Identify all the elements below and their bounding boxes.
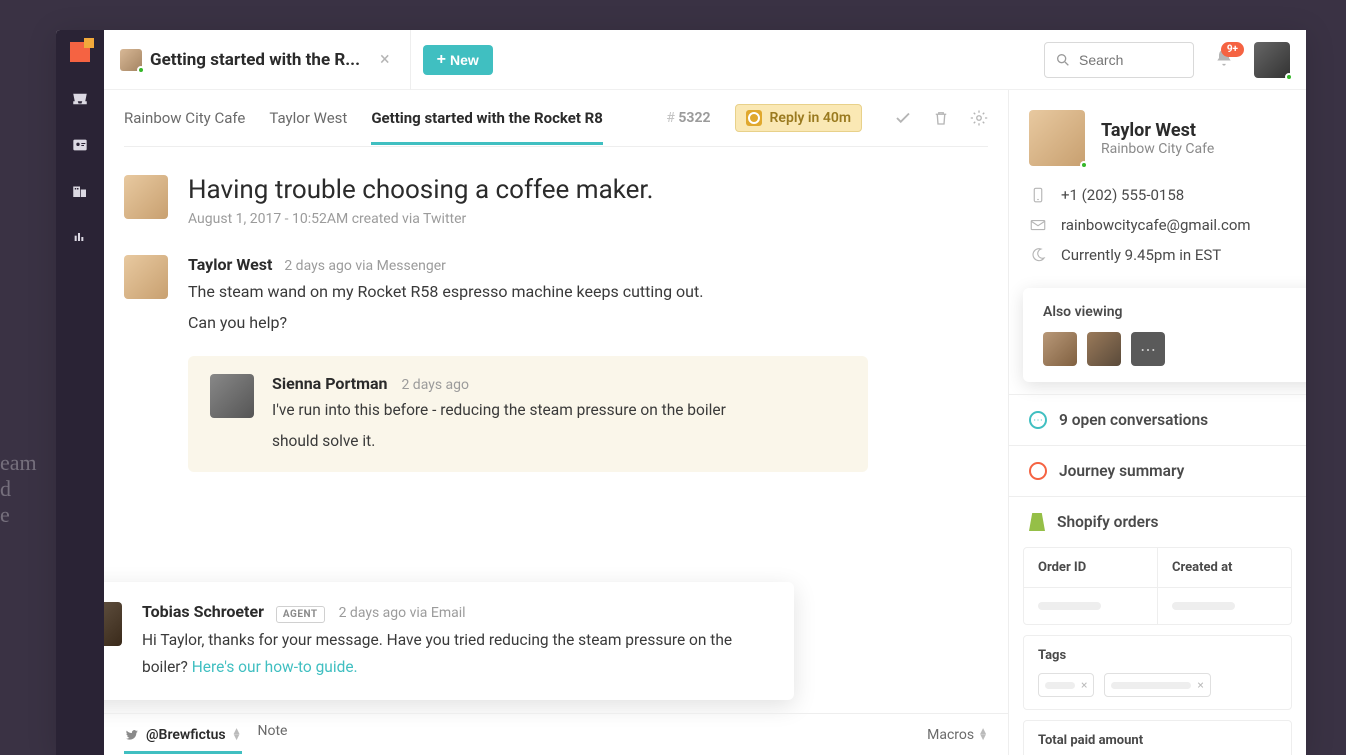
reply-channel-tab[interactable]: @Brewfictus ▲▼ xyxy=(124,727,242,754)
subject-block: Having trouble choosing a coffee maker. … xyxy=(124,175,988,227)
phone-row[interactable]: +1 (202) 555-0158 xyxy=(1029,186,1286,204)
customer-sidebar: Taylor West Rainbow City Cafe +1 (202) 5… xyxy=(1008,90,1306,755)
message-author: Taylor West xyxy=(188,255,272,274)
message-text: The steam wand on my Rocket R58 espresso… xyxy=(188,278,703,305)
case-subject: Having trouble choosing a coffee maker. xyxy=(188,175,654,205)
localtime-row: Currently 9.45pm in EST xyxy=(1029,246,1286,264)
journey-icon xyxy=(1029,462,1047,480)
message-text: Can you help? xyxy=(188,309,703,336)
background-decoration: eamde xyxy=(0,450,37,528)
note-tab[interactable]: Note xyxy=(258,723,288,747)
viewer-avatar[interactable] xyxy=(1087,332,1121,366)
avatar xyxy=(210,374,254,418)
inbox-icon[interactable] xyxy=(69,90,91,108)
conversation-tab[interactable]: Getting started with the R... xyxy=(120,49,360,71)
more-viewers-button[interactable]: ⋯ xyxy=(1131,332,1165,366)
reply-time: 2 days ago via Email xyxy=(339,605,466,621)
note-text: I've run into this before - reducing the… xyxy=(272,397,726,423)
tag-pill[interactable]: × xyxy=(1038,673,1094,697)
new-button[interactable]: +New xyxy=(423,45,493,75)
agent-reply-card: Tobias Schroeter AGENT 2 days ago via Em… xyxy=(104,582,794,700)
viewer-avatar[interactable] xyxy=(1043,332,1077,366)
message-time: 2 days ago via Messenger xyxy=(284,258,446,274)
left-nav xyxy=(56,30,104,755)
moon-icon xyxy=(1029,246,1047,264)
notifications-button[interactable]: 9+ xyxy=(1206,48,1242,72)
current-user-avatar[interactable] xyxy=(1254,42,1290,78)
case-created-meta: August 1, 2017 - 10:52AM created via Twi… xyxy=(188,211,654,227)
chevron-updown-icon: ▲▼ xyxy=(232,729,242,741)
gear-icon[interactable] xyxy=(970,109,988,127)
shopify-orders-section[interactable]: Shopify orders xyxy=(1009,496,1306,547)
app-logo[interactable] xyxy=(70,42,90,62)
search-input[interactable] xyxy=(1044,42,1194,78)
main-column: Getting started with the R... × +New 9+ … xyxy=(104,30,1306,755)
clock-icon xyxy=(746,110,762,126)
check-icon[interactable] xyxy=(894,109,912,127)
twitter-icon xyxy=(124,728,140,742)
orders-table: Order ID Created at xyxy=(1023,547,1292,625)
col-created-at: Created at xyxy=(1158,548,1291,587)
tags-label: Tags xyxy=(1038,648,1277,663)
reply-author: Tobias Schroeter xyxy=(142,602,264,621)
tag-pill[interactable]: × xyxy=(1104,673,1210,697)
plus-icon: + xyxy=(437,52,446,68)
sla-pill[interactable]: Reply in 40m xyxy=(735,104,862,132)
agent-badge: AGENT xyxy=(276,606,325,623)
tab-title: Getting started with the R... xyxy=(150,50,360,70)
how-to-link[interactable]: Here's our how-to guide. xyxy=(192,658,358,676)
breadcrumb-case[interactable]: Getting started with the Rocket R8 xyxy=(371,109,603,145)
notification-badge: 9+ xyxy=(1221,42,1244,57)
chat-icon: ⋯ xyxy=(1029,411,1047,429)
note-author: Sienna Portman xyxy=(272,374,388,393)
also-viewing-label: Also viewing xyxy=(1043,304,1306,320)
note-time: 2 days ago xyxy=(401,377,469,393)
also-viewing-card: Also viewing ⋯ xyxy=(1023,288,1306,382)
open-conversations-section[interactable]: ⋯ 9 open conversations xyxy=(1009,394,1306,445)
breadcrumb-user[interactable]: Taylor West xyxy=(269,109,347,127)
note-text: should solve it. xyxy=(272,428,726,454)
requester-avatar xyxy=(124,175,168,219)
trash-icon[interactable] xyxy=(932,109,950,127)
avatar xyxy=(124,255,168,299)
chevron-updown-icon: ▲▼ xyxy=(978,729,988,741)
phone-icon xyxy=(1029,186,1047,204)
customer-org: Rainbow City Cafe xyxy=(1101,141,1214,157)
remove-tag-icon[interactable]: × xyxy=(1081,678,1087,692)
conversation-thread: Having trouble choosing a coffee maker. … xyxy=(104,147,1008,755)
breadcrumb-org[interactable]: Rainbow City Cafe xyxy=(124,109,245,127)
reply-editor-tabs: @Brewfictus ▲▼ Note Macros ▲▼ xyxy=(104,713,1008,755)
search-field[interactable] xyxy=(1079,52,1179,68)
email-icon xyxy=(1029,216,1047,234)
macros-dropdown[interactable]: Macros ▲▼ xyxy=(927,727,988,743)
message-customer: Taylor West 2 days ago via Messenger The… xyxy=(124,255,988,336)
tags-box: Tags × × xyxy=(1023,635,1292,710)
case-id: # 5322 xyxy=(666,110,710,126)
customer-header: Taylor West Rainbow City Cafe xyxy=(1009,90,1306,186)
col-order-id: Order ID xyxy=(1024,548,1158,587)
tab-close-button[interactable]: × xyxy=(372,49,398,70)
contacts-icon[interactable] xyxy=(69,136,91,154)
reply-text: Hi Taylor, thanks for your message. Have… xyxy=(142,627,770,680)
total-paid-box: Total paid amount xyxy=(1023,720,1292,755)
avatar xyxy=(104,602,122,646)
internal-note: Sienna Portman 2 days ago I've run into … xyxy=(188,356,868,472)
customer-avatar xyxy=(1029,110,1085,166)
top-header: Getting started with the R... × +New 9+ xyxy=(104,30,1306,90)
journey-summary-section[interactable]: Journey summary xyxy=(1009,445,1306,496)
app-shell: Getting started with the R... × +New 9+ … xyxy=(56,30,1306,755)
table-row xyxy=(1024,587,1291,624)
shopify-icon xyxy=(1029,513,1045,531)
reports-icon[interactable] xyxy=(69,228,91,246)
breadcrumb-bar: Rainbow City Cafe Taylor West Getting st… xyxy=(104,90,1008,146)
remove-tag-icon[interactable]: × xyxy=(1197,678,1203,692)
shopify-body: Order ID Created at Tags × × xyxy=(1009,547,1306,755)
search-icon xyxy=(1055,52,1071,68)
email-row[interactable]: rainbowcitycafe@gmail.com xyxy=(1029,216,1286,234)
org-icon[interactable] xyxy=(69,182,91,200)
tab-avatar xyxy=(120,49,142,71)
customer-name: Taylor West xyxy=(1101,120,1214,141)
